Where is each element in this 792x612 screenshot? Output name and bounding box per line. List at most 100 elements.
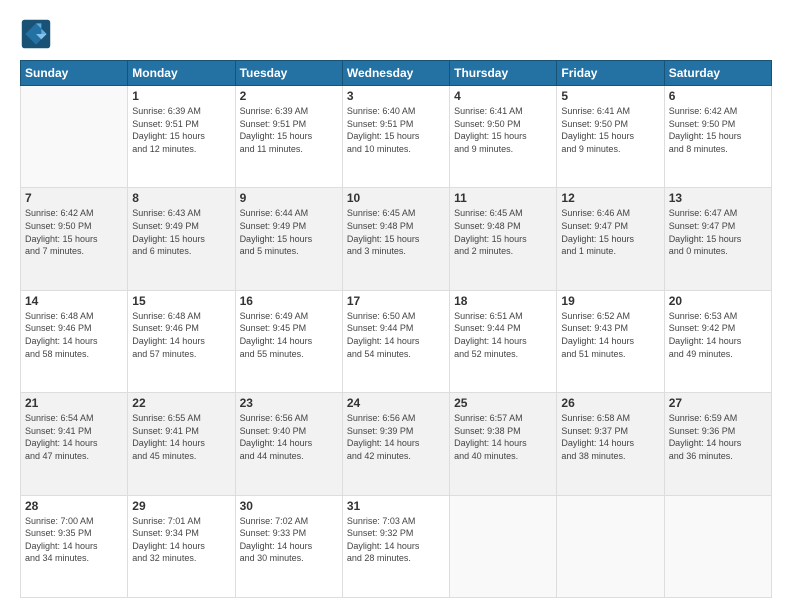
calendar-cell: 21 Sunrise: 6:54 AM Sunset: 9:41 PM Dayli… [21, 393, 128, 495]
day-info: Sunrise: 6:57 AM Sunset: 9:38 PM Dayligh… [454, 412, 552, 462]
day-info: Sunrise: 6:46 AM Sunset: 9:47 PM Dayligh… [561, 207, 659, 257]
calendar-cell: 15Sunrise: 6:48 AM Sunset: 9:46 PM Dayli… [128, 290, 235, 392]
calendar-cell: 13 Sunrise: 6:47 AM Sunset: 9:47 PM Dayli… [664, 188, 771, 290]
day-number: 14 [25, 294, 123, 308]
day-info: Sunrise: 6:45 AM Sunset: 9:48 PM Dayligh… [347, 207, 445, 257]
day-info: Sunrise: 6:44 AM Sunset: 9:49 PM Dayligh… [240, 207, 338, 257]
calendar-cell: 27 Sunrise: 6:59 AM Sunset: 9:36 PM Dayli… [664, 393, 771, 495]
day-number: 22 [132, 396, 230, 410]
day-info: Sunrise: 6:51 AM Sunset: 9:44 PM Dayligh… [454, 310, 552, 360]
calendar-cell: 28 Sunrise: 7:00 AM Sunset: 9:35 PM Dayli… [21, 495, 128, 597]
day-info: Sunrise: 6:56 AM Sunset: 9:40 PM Dayligh… [240, 412, 338, 462]
calendar-cell: 10 Sunrise: 6:45 AM Sunset: 9:48 PM Dayli… [342, 188, 449, 290]
day-info: Sunrise: 6:56 AM Sunset: 9:39 PM Dayligh… [347, 412, 445, 462]
calendar-week-row: 28 Sunrise: 7:00 AM Sunset: 9:35 PM Dayli… [21, 495, 772, 597]
day-info: Sunrise: 6:48 AM Sunset: 9:46 PM Dayligh… [132, 310, 230, 360]
day-info: Sunrise: 6:52 AM Sunset: 9:43 PM Dayligh… [561, 310, 659, 360]
day-number: 28 [25, 499, 123, 513]
day-info: Sunrise: 7:01 AM Sunset: 9:34 PM Dayligh… [132, 515, 230, 565]
day-number: 2 [240, 89, 338, 103]
calendar-table: SundayMondayTuesdayWednesdayThursdayFrid… [20, 60, 772, 598]
weekday-header-thursday: Thursday [450, 61, 557, 86]
day-number: 6 [669, 89, 767, 103]
calendar-cell [557, 495, 664, 597]
day-number: 21 [25, 396, 123, 410]
weekday-header-friday: Friday [557, 61, 664, 86]
day-info: Sunrise: 6:53 AM Sunset: 9:42 PM Dayligh… [669, 310, 767, 360]
calendar-cell: 16Sunrise: 6:49 AM Sunset: 9:45 PM Dayli… [235, 290, 342, 392]
calendar-cell: 29 Sunrise: 7:01 AM Sunset: 9:34 PM Dayli… [128, 495, 235, 597]
calendar-cell [450, 495, 557, 597]
day-info: Sunrise: 6:48 AM Sunset: 9:46 PM Dayligh… [25, 310, 123, 360]
day-info: Sunrise: 6:39 AM Sunset: 9:51 PM Dayligh… [240, 105, 338, 155]
calendar-week-row: 7 Sunrise: 6:42 AM Sunset: 9:50 PM Daylig… [21, 188, 772, 290]
calendar-cell: 3Sunrise: 6:40 AM Sunset: 9:51 PM Daylig… [342, 86, 449, 188]
day-info: Sunrise: 6:41 AM Sunset: 9:50 PM Dayligh… [561, 105, 659, 155]
day-info: Sunrise: 6:45 AM Sunset: 9:48 PM Dayligh… [454, 207, 552, 257]
day-number: 17 [347, 294, 445, 308]
day-number: 27 [669, 396, 767, 410]
day-number: 13 [669, 191, 767, 205]
day-info: Sunrise: 6:47 AM Sunset: 9:47 PM Dayligh… [669, 207, 767, 257]
day-number: 26 [561, 396, 659, 410]
calendar-week-row: 21 Sunrise: 6:54 AM Sunset: 9:41 PM Dayli… [21, 393, 772, 495]
calendar-week-row: 1 Sunrise: 6:39 AM Sunset: 9:51 PM Daylig… [21, 86, 772, 188]
weekday-header-row: SundayMondayTuesdayWednesdayThursdayFrid… [21, 61, 772, 86]
day-info: Sunrise: 7:03 AM Sunset: 9:32 PM Dayligh… [347, 515, 445, 565]
calendar-cell: 30Sunrise: 7:02 AM Sunset: 9:33 PM Dayli… [235, 495, 342, 597]
day-number: 10 [347, 191, 445, 205]
calendar-cell: 20 Sunrise: 6:53 AM Sunset: 9:42 PM Dayli… [664, 290, 771, 392]
weekday-header-monday: Monday [128, 61, 235, 86]
day-info: Sunrise: 6:42 AM Sunset: 9:50 PM Dayligh… [25, 207, 123, 257]
calendar-cell: 5 Sunrise: 6:41 AM Sunset: 9:50 PM Daylig… [557, 86, 664, 188]
weekday-header-wednesday: Wednesday [342, 61, 449, 86]
calendar-cell: 24Sunrise: 6:56 AM Sunset: 9:39 PM Dayli… [342, 393, 449, 495]
calendar-cell: 19 Sunrise: 6:52 AM Sunset: 9:43 PM Dayli… [557, 290, 664, 392]
calendar-cell: 1Sunrise: 6:39 AM Sunset: 9:51 PM Daylig… [128, 86, 235, 188]
calendar-cell: 25 Sunrise: 6:57 AM Sunset: 9:38 PM Dayli… [450, 393, 557, 495]
day-number: 16 [240, 294, 338, 308]
day-info: Sunrise: 6:54 AM Sunset: 9:41 PM Dayligh… [25, 412, 123, 462]
day-info: Sunrise: 7:00 AM Sunset: 9:35 PM Dayligh… [25, 515, 123, 565]
day-number: 3 [347, 89, 445, 103]
day-info: Sunrise: 6:55 AM Sunset: 9:41 PM Dayligh… [132, 412, 230, 462]
day-number: 5 [561, 89, 659, 103]
day-number: 31 [347, 499, 445, 513]
day-number: 11 [454, 191, 552, 205]
day-number: 7 [25, 191, 123, 205]
calendar-cell: 9 Sunrise: 6:44 AM Sunset: 9:49 PM Daylig… [235, 188, 342, 290]
day-number: 25 [454, 396, 552, 410]
weekday-header-saturday: Saturday [664, 61, 771, 86]
calendar-cell: 6 Sunrise: 6:42 AM Sunset: 9:50 PM Daylig… [664, 86, 771, 188]
calendar-cell: 23 Sunrise: 6:56 AM Sunset: 9:40 PM Dayli… [235, 393, 342, 495]
weekday-header-sunday: Sunday [21, 61, 128, 86]
day-info: Sunrise: 6:59 AM Sunset: 9:36 PM Dayligh… [669, 412, 767, 462]
calendar-week-row: 14 Sunrise: 6:48 AM Sunset: 9:46 PM Dayli… [21, 290, 772, 392]
calendar-cell [21, 86, 128, 188]
calendar-cell: 4 Sunrise: 6:41 AM Sunset: 9:50 PM Daylig… [450, 86, 557, 188]
day-info: Sunrise: 6:43 AM Sunset: 9:49 PM Dayligh… [132, 207, 230, 257]
day-number: 12 [561, 191, 659, 205]
day-info: Sunrise: 6:41 AM Sunset: 9:50 PM Dayligh… [454, 105, 552, 155]
day-number: 20 [669, 294, 767, 308]
header [20, 18, 772, 50]
calendar-cell: 14 Sunrise: 6:48 AM Sunset: 9:46 PM Dayli… [21, 290, 128, 392]
day-number: 1 [132, 89, 230, 103]
day-number: 29 [132, 499, 230, 513]
calendar-cell: 7 Sunrise: 6:42 AM Sunset: 9:50 PM Daylig… [21, 188, 128, 290]
day-number: 9 [240, 191, 338, 205]
calendar-cell: 11 Sunrise: 6:45 AM Sunset: 9:48 PM Dayli… [450, 188, 557, 290]
day-number: 4 [454, 89, 552, 103]
logo [20, 18, 56, 50]
page: SundayMondayTuesdayWednesdayThursdayFrid… [0, 0, 792, 612]
calendar-cell: 18 Sunrise: 6:51 AM Sunset: 9:44 PM Dayli… [450, 290, 557, 392]
day-info: Sunrise: 6:42 AM Sunset: 9:50 PM Dayligh… [669, 105, 767, 155]
day-number: 23 [240, 396, 338, 410]
calendar-cell: 2 Sunrise: 6:39 AM Sunset: 9:51 PM Daylig… [235, 86, 342, 188]
calendar-cell: 31 Sunrise: 7:03 AM Sunset: 9:32 PM Dayli… [342, 495, 449, 597]
day-number: 19 [561, 294, 659, 308]
calendar-cell: 22 Sunrise: 6:55 AM Sunset: 9:41 PM Dayli… [128, 393, 235, 495]
day-number: 18 [454, 294, 552, 308]
calendar-cell: 17Sunrise: 6:50 AM Sunset: 9:44 PM Dayli… [342, 290, 449, 392]
weekday-header-tuesday: Tuesday [235, 61, 342, 86]
